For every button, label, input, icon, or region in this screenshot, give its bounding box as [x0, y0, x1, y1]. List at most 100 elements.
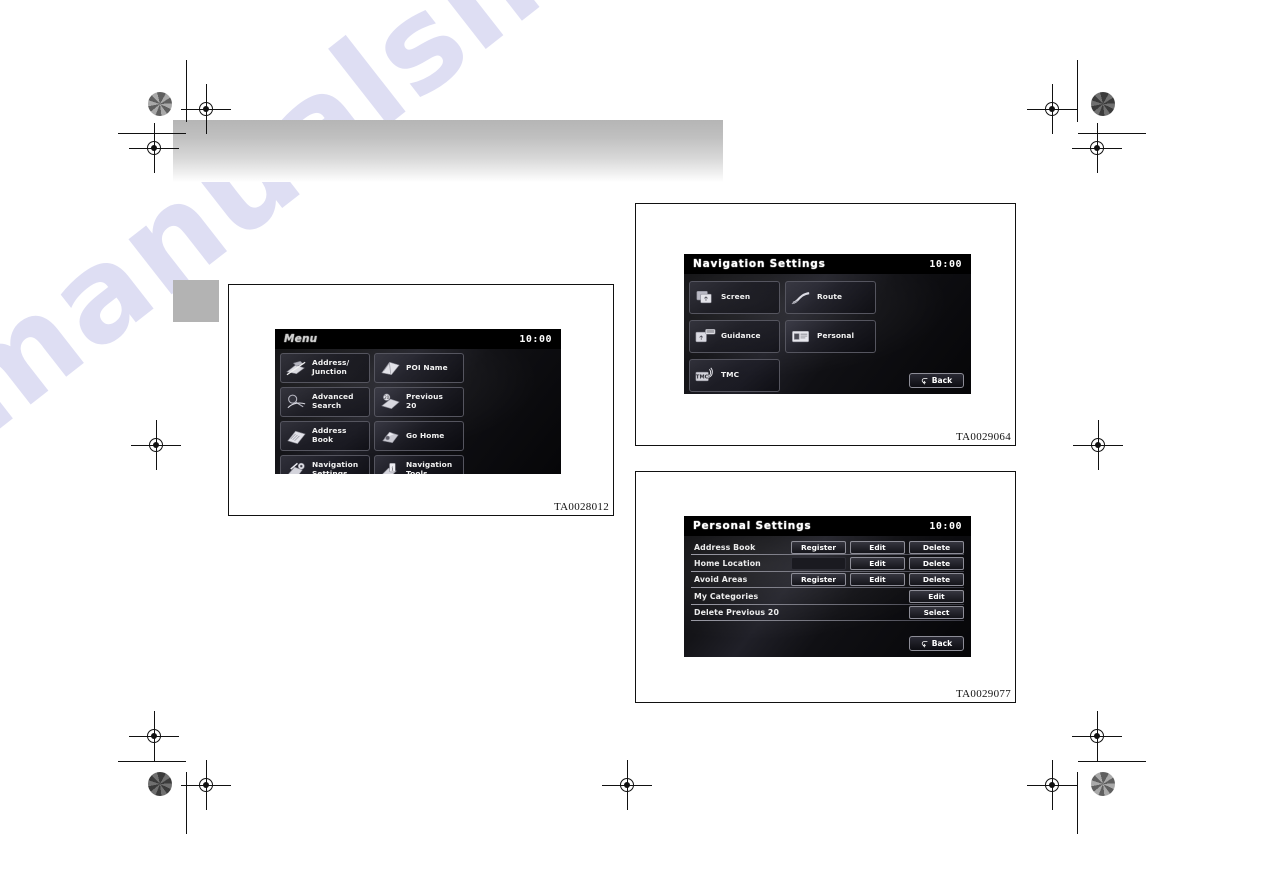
personal-icon [789, 326, 813, 347]
crop-line-bottom-right-h [1078, 761, 1146, 762]
back-button[interactable]: Back [909, 636, 964, 651]
settings-tile-label: Screen [721, 292, 751, 302]
crop-line-bottom-left-v [186, 772, 187, 834]
edit-button[interactable]: Edit [850, 540, 905, 554]
page-header-band [173, 120, 723, 182]
settings-tile-route[interactable]: Route [785, 281, 876, 314]
menu-tile-label: Address/ Junction [312, 358, 350, 376]
navigation-settings-icon [284, 460, 308, 474]
guidance-icon [693, 326, 717, 347]
menu-tile-address-junction[interactable]: Address/ Junction [280, 353, 370, 383]
registration-mark-mid-left [131, 420, 181, 470]
back-button[interactable]: Back [909, 373, 964, 388]
svg-text:i: i [391, 466, 393, 472]
registration-mark-bottom-center [602, 760, 652, 810]
crop-line-top-left-v [186, 60, 187, 122]
color-dot-mark-top-left [148, 92, 172, 116]
menu-tile-previous-20[interactable]: 20 Previous 20 [374, 387, 464, 417]
screen-clock: 10:00 [929, 258, 962, 270]
menu-tile-go-home[interactable]: Go Home [374, 421, 464, 451]
return-arrow-icon [921, 377, 928, 384]
color-dot-mark-bottom-left [148, 772, 172, 796]
chapter-tab-marker [173, 280, 219, 322]
delete-button[interactable]: Delete [909, 557, 964, 571]
tmc-icon: TMC [693, 365, 717, 386]
screen-clock: 10:00 [929, 520, 962, 532]
settings-tile-label: Personal [817, 331, 855, 341]
crop-line-top-left-h [118, 133, 186, 134]
registration-mark-lower-left [129, 711, 179, 761]
settings-tile-label: Route [817, 292, 843, 302]
table-row: Avoid Areas Register Edit Delete [691, 572, 964, 589]
menu-tile-navigation-settings[interactable]: Navigation Settings [280, 455, 370, 474]
nav-screen-navigation-settings: Navigation Settings 10:00 Screen Route G… [684, 254, 971, 394]
svg-text:TMC: TMC [695, 374, 708, 380]
select-button[interactable]: Select [909, 606, 964, 620]
address-book-icon [284, 426, 308, 447]
settings-tile-screen[interactable]: Screen [689, 281, 780, 314]
edit-button[interactable]: Edit [909, 589, 964, 603]
registration-mark-bottom-right [1027, 760, 1077, 810]
crop-line-bottom-left-h [118, 761, 186, 762]
crop-line-top-right-h [1078, 133, 1146, 134]
menu-tile-grid: Address/ Junction POI Name Advanced Sear… [275, 349, 561, 474]
register-button-disabled: Register [791, 557, 846, 571]
figure-box-menu: Menu 10:00 Address/ Junction POI Name Ad… [228, 284, 614, 516]
table-row: My Categories Edit [691, 588, 964, 605]
settings-tile-guidance[interactable]: Guidance [689, 320, 780, 353]
menu-tile-label: POI Name [406, 362, 448, 372]
nav-screen-personal-settings: Personal Settings 10:00 Address Book Reg… [684, 516, 971, 657]
figure-code: TA0028012 [554, 501, 609, 513]
menu-tile-navigation-tools[interactable]: i Navigation Tools [374, 455, 464, 474]
row-label: Avoid Areas [694, 575, 748, 585]
crop-line-top-right-v [1077, 60, 1078, 122]
return-arrow-icon [921, 640, 928, 647]
screen-title-bar: Menu 10:00 [275, 329, 561, 349]
screen-title-bar: Navigation Settings 10:00 [684, 254, 971, 274]
registration-mark-upper-right [1072, 123, 1122, 173]
menu-tile-poi-name[interactable]: POI Name [374, 353, 464, 383]
table-row: Home Location Register Edit Delete [691, 555, 964, 572]
figure-box-navigation-settings: Navigation Settings 10:00 Screen Route G… [635, 203, 1016, 446]
nav-screen-menu: Menu 10:00 Address/ Junction POI Name Ad… [275, 329, 561, 474]
menu-tile-label: Advanced Search [312, 392, 354, 410]
row-label: Address Book [694, 542, 756, 552]
register-button[interactable]: Register [791, 540, 846, 554]
menu-tile-advanced-search[interactable]: Advanced Search [280, 387, 370, 417]
delete-button[interactable]: Delete [909, 540, 964, 554]
personal-settings-table: Address Book Register Edit Delete Home L… [684, 536, 971, 621]
poi-name-icon [378, 358, 402, 379]
go-home-icon [378, 426, 402, 447]
registration-mark-mid-right [1073, 420, 1123, 470]
back-button-label: Back [931, 376, 953, 385]
delete-button[interactable]: Delete [909, 573, 964, 587]
color-dot-mark-bottom-right [1091, 772, 1115, 796]
edit-button[interactable]: Edit [850, 573, 905, 587]
screen-title: Personal Settings [693, 520, 812, 532]
settings-tile-personal[interactable]: Personal [785, 320, 876, 353]
registration-mark-top-left [181, 84, 231, 134]
menu-tile-label: Previous 20 [406, 392, 443, 410]
previous-20-icon: 20 [378, 392, 402, 413]
registration-mark-lower-right [1072, 711, 1122, 761]
route-icon [789, 287, 813, 308]
table-row: Delete Previous 20 Select [691, 605, 964, 621]
registration-mark-upper-left [129, 123, 179, 173]
figure-box-personal-settings: Personal Settings 10:00 Address Book Reg… [635, 471, 1016, 703]
screen-title: Menu [284, 333, 318, 345]
row-label: My Categories [694, 591, 759, 601]
settings-tile-label: Guidance [721, 331, 761, 341]
menu-tile-address-book[interactable]: Address Book [280, 421, 370, 451]
registration-mark-top-right [1027, 84, 1077, 134]
register-button[interactable]: Register [791, 573, 846, 587]
settings-tile-label: TMC [721, 370, 740, 380]
settings-tile-tmc[interactable]: TMC TMC [689, 359, 780, 392]
menu-tile-label: Address Book [312, 426, 347, 444]
address-junction-icon [284, 358, 308, 379]
menu-tile-label: Navigation Tools [406, 460, 453, 474]
menu-tile-label: Navigation Settings [312, 460, 359, 474]
screen-title: Navigation Settings [693, 258, 826, 270]
edit-button[interactable]: Edit [850, 557, 905, 571]
color-dot-mark-top-right [1091, 92, 1115, 116]
row-label: Delete Previous 20 [694, 608, 779, 618]
